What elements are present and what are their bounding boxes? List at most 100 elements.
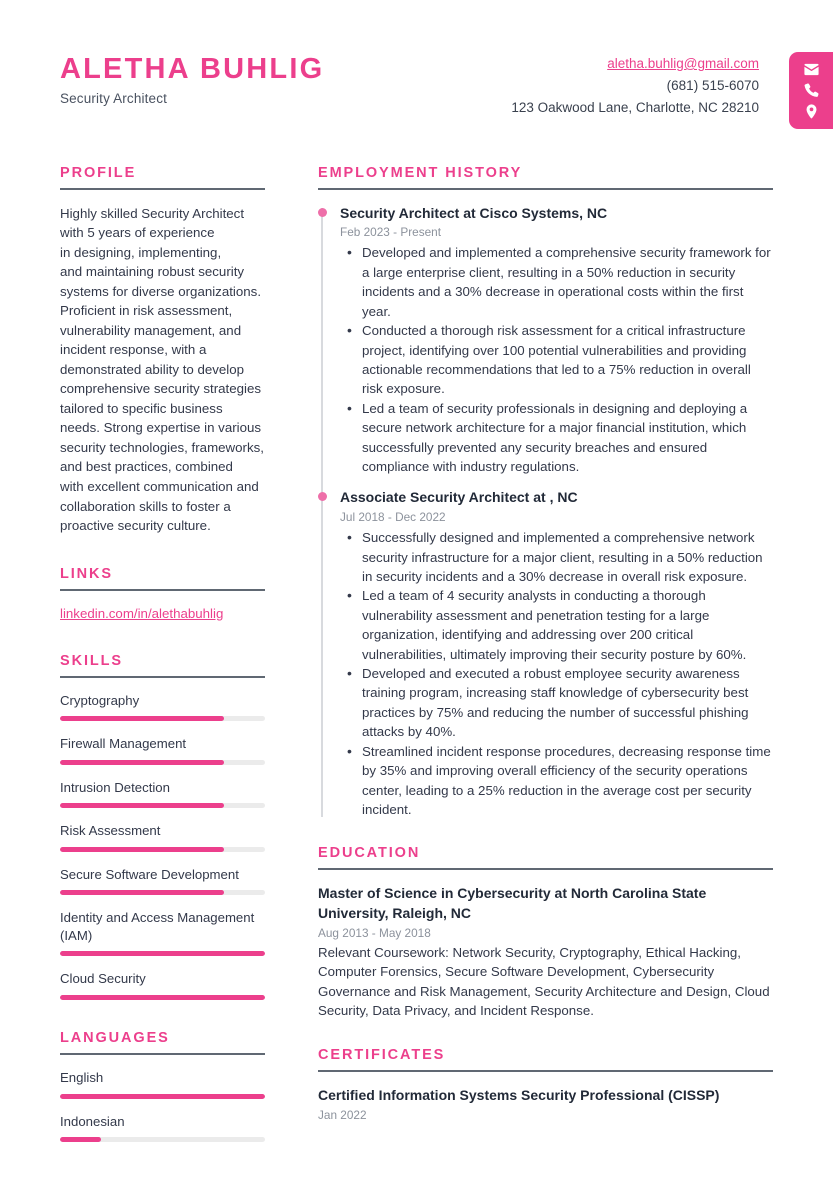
employment-entry-title: Associate Security Architect at , NC <box>340 489 578 506</box>
employment-bullet: Conducted a thorough risk assessment for… <box>340 320 773 399</box>
section-certificates: CERTIFICATES Certified Information Syste… <box>318 1047 773 1122</box>
skill-item: Identity and Access Management (IAM) <box>60 909 265 957</box>
section-title-certificates: CERTIFICATES <box>318 1046 446 1063</box>
skill-item: Risk Assessment <box>60 822 265 852</box>
skill-item: Secure Software Development <box>60 866 265 896</box>
skill-bar-track <box>60 803 265 809</box>
employment-entry-dates: Feb 2023 - Present <box>340 225 441 240</box>
section-profile: PROFILE Highly skilled Security Architec… <box>60 165 265 536</box>
language-bar-fill <box>60 1093 265 1099</box>
profile-text: Highly skilled Security Architect with 5… <box>60 205 264 534</box>
links-list: linkedin.com/in/alethabuhlig <box>60 605 265 623</box>
skill-bar-fill <box>60 846 224 852</box>
phone-icon <box>803 82 820 99</box>
language-bar-track <box>60 1137 265 1143</box>
section-divider <box>60 675 265 678</box>
resume-page: ALETHA BUHLIG Security Architect aletha.… <box>0 0 833 1178</box>
skill-item: Firewall Management <box>60 735 265 765</box>
skill-bar-fill <box>60 951 265 957</box>
contact-email[interactable]: aletha.buhlig@gmail.com <box>607 56 759 71</box>
skill-bar-track <box>60 890 265 896</box>
section-title-profile: PROFILE <box>60 164 137 181</box>
left-column: PROFILE Highly skilled Security Architec… <box>60 165 265 1173</box>
skill-item: Cryptography <box>60 692 265 722</box>
skill-bar-track <box>60 951 265 957</box>
employment-bullet: Developed and implemented a comprehensiv… <box>340 242 773 321</box>
skill-label: Cloud Security <box>60 971 146 987</box>
education-entry-dates: Aug 2013 - May 2018 <box>318 925 431 940</box>
contact-icon-badge <box>789 52 833 129</box>
employment-bullet: Successfully designed and implemented a … <box>340 527 773 586</box>
name-block: ALETHA BUHLIG Security Architect <box>60 48 325 107</box>
section-languages: LANGUAGES English Indonesian <box>60 1029 265 1143</box>
employment-timeline: Security Architect at Cisco Systems, NC F… <box>318 204 773 820</box>
skill-label: Intrusion Detection <box>60 779 170 795</box>
languages-list: English Indonesian <box>60 1069 265 1143</box>
section-title-skills: SKILLS <box>60 652 123 669</box>
certificate-entry-dates: Jan 2022 <box>318 1107 367 1122</box>
skills-list: Cryptography Firewall Management Intrusion… <box>60 692 265 1000</box>
employment-entry-title: Security Architect at Cisco Systems, NC <box>340 204 608 221</box>
employment-entry: Associate Security Architect at , NC Jul … <box>318 488 773 820</box>
language-label: English <box>60 1069 104 1085</box>
section-divider <box>318 868 773 871</box>
certificates-list: Certified Information Systems Security P… <box>318 1086 773 1122</box>
employment-bullet-list: Developed and implemented a comprehensiv… <box>340 242 773 477</box>
skill-bar-fill <box>60 759 224 765</box>
contact-block: aletha.buhlig@gmail.com (681) 515-6070 1… <box>511 48 773 119</box>
section-title-links: LINKS <box>60 565 113 582</box>
employment-entry-dates: Jul 2018 - Dec 2022 <box>340 510 446 525</box>
language-bar-fill <box>60 1137 101 1143</box>
education-entry-description: Relevant Coursework: Network Security, C… <box>318 944 770 1019</box>
skill-label: Risk Assessment <box>60 823 161 839</box>
certificate-entry: Certified Information Systems Security P… <box>318 1086 773 1122</box>
skill-bar-fill <box>60 994 265 1000</box>
envelope-icon <box>803 61 820 78</box>
language-item: Indonesian <box>60 1113 265 1143</box>
section-title-languages: LANGUAGES <box>60 1029 170 1046</box>
employment-bullet: Streamlined incident response procedures… <box>340 741 773 820</box>
section-links: LINKS linkedin.com/in/alethabuhlig <box>60 566 265 623</box>
language-label: Indonesian <box>60 1113 125 1129</box>
contact-phone: (681) 515-6070 <box>666 77 759 93</box>
skill-bar-fill <box>60 803 224 809</box>
certificate-entry-title: Certified Information Systems Security P… <box>318 1086 720 1103</box>
section-divider <box>60 588 265 591</box>
right-column: EMPLOYMENT HISTORY Security Architect at… <box>318 165 773 1148</box>
job-title-subtitle: Security Architect <box>60 91 167 107</box>
page-title: ALETHA BUHLIG <box>60 53 325 85</box>
skill-label: Firewall Management <box>60 736 187 752</box>
skill-label: Secure Software Development <box>60 866 239 882</box>
employment-entry: Security Architect at Cisco Systems, NC F… <box>318 204 773 477</box>
section-divider <box>60 187 265 190</box>
employment-bullet: Led a team of 4 security analysts in con… <box>340 585 773 664</box>
section-employment: EMPLOYMENT HISTORY Security Architect at… <box>318 165 773 820</box>
resume-body: PROFILE Highly skilled Security Architec… <box>0 165 833 1173</box>
section-title-employment: EMPLOYMENT HISTORY <box>318 164 523 181</box>
location-pin-icon <box>803 103 820 120</box>
skill-bar-fill <box>60 716 224 722</box>
skill-bar-track <box>60 716 265 722</box>
section-divider <box>318 187 773 190</box>
education-entry-title: Master of Science in Cybersecurity at No… <box>318 885 707 921</box>
resume-header: ALETHA BUHLIG Security Architect aletha.… <box>0 0 833 129</box>
section-education: EDUCATION Master of Science in Cybersecu… <box>318 845 773 1020</box>
education-entry: Master of Science in Cybersecurity at No… <box>318 884 773 1020</box>
skill-label: Cryptography <box>60 692 140 708</box>
section-divider <box>318 1069 773 1072</box>
link-item[interactable]: linkedin.com/in/alethabuhlig <box>60 606 223 621</box>
education-list: Master of Science in Cybersecurity at No… <box>318 884 773 1020</box>
section-title-education: EDUCATION <box>318 845 421 862</box>
section-divider <box>60 1052 265 1055</box>
skill-bar-track <box>60 846 265 852</box>
skill-bar-track <box>60 994 265 1000</box>
employment-bullet: Developed and executed a robust employee… <box>340 663 773 742</box>
skill-bar-track <box>60 759 265 765</box>
contact-address: 123 Oakwood Lane, Charlotte, NC 28210 <box>511 99 759 115</box>
employment-bullet-list: Successfully designed and implemented a … <box>340 527 773 820</box>
skill-bar-fill <box>60 890 224 896</box>
employment-bullet: Led a team of security professionals in … <box>340 398 773 477</box>
language-bar-track <box>60 1093 265 1099</box>
language-item: English <box>60 1069 265 1099</box>
skill-label: Identity and Access Management (IAM) <box>60 910 255 943</box>
